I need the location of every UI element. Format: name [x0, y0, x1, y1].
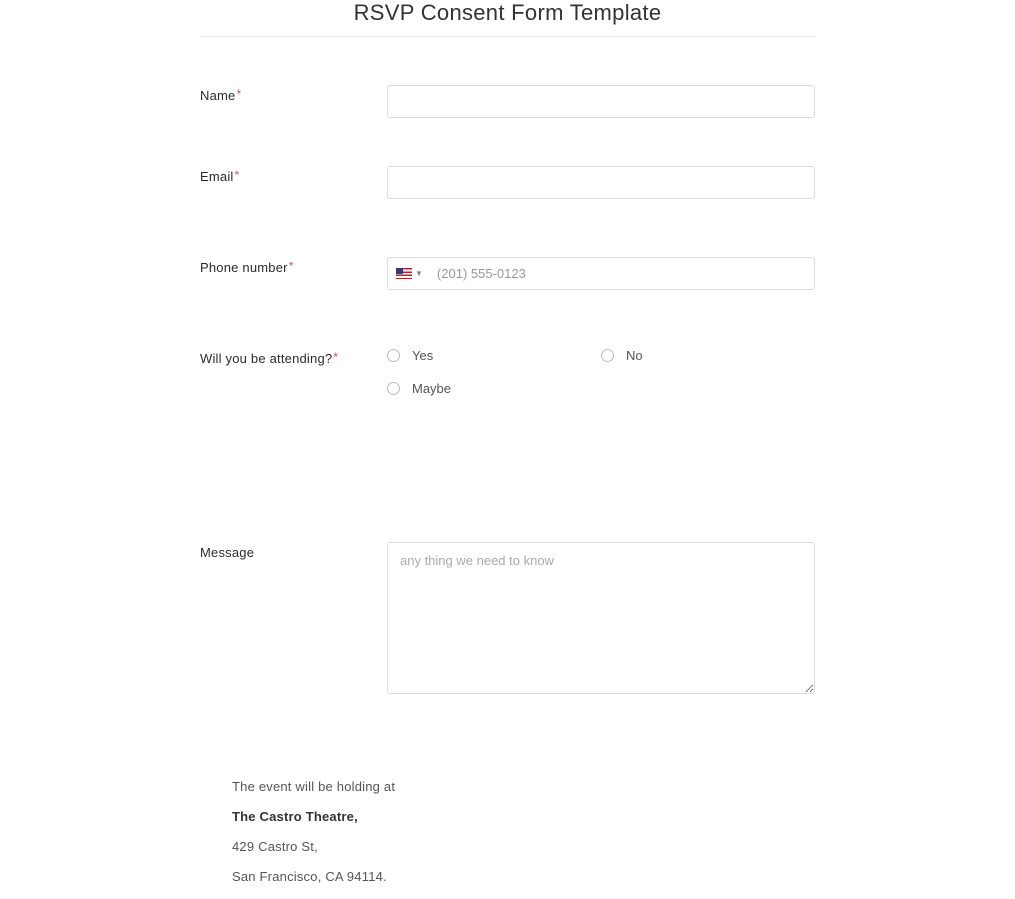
- phone-input[interactable]: ▼ (201) 555-0123: [387, 257, 815, 290]
- label-message: Message: [200, 542, 387, 699]
- rsvp-form: RSVP Consent Form Template Name* Email* …: [200, 0, 815, 884]
- form-title: RSVP Consent Form Template: [200, 0, 815, 37]
- field-name: [387, 85, 815, 118]
- name-input[interactable]: [387, 85, 815, 118]
- row-email: Email*: [200, 166, 815, 199]
- field-email: [387, 166, 815, 199]
- label-message-text: Message: [200, 545, 254, 560]
- radio-label-no: No: [626, 348, 643, 363]
- label-phone: Phone number*: [200, 257, 387, 290]
- label-email-text: Email: [200, 169, 234, 184]
- radio-group-attending: Yes No Maybe: [387, 348, 815, 414]
- field-attending: Yes No Maybe: [387, 348, 815, 414]
- label-attending-text: Will you be attending?: [200, 351, 332, 366]
- radio-item-yes[interactable]: Yes: [387, 348, 601, 363]
- chevron-down-icon: ▼: [415, 269, 423, 278]
- required-star-icon: *: [235, 168, 240, 182]
- label-name: Name*: [200, 85, 387, 118]
- message-textarea[interactable]: [387, 542, 815, 694]
- row-name: Name*: [200, 85, 815, 118]
- event-info: The event will be holding at The Castro …: [200, 779, 815, 884]
- row-message: Message: [200, 542, 815, 699]
- radio-item-no[interactable]: No: [601, 348, 815, 363]
- radio-circle-icon: [387, 349, 400, 362]
- label-email: Email*: [200, 166, 387, 199]
- radio-item-maybe[interactable]: Maybe: [387, 381, 601, 396]
- event-intro: The event will be holding at: [232, 779, 815, 794]
- label-attending: Will you be attending?*: [200, 348, 387, 414]
- event-city: San Francisco, CA 94114.: [232, 869, 815, 884]
- label-phone-text: Phone number: [200, 260, 288, 275]
- label-name-text: Name: [200, 88, 235, 103]
- event-venue: The Castro Theatre,: [232, 809, 815, 824]
- field-phone: ▼ (201) 555-0123: [387, 257, 815, 290]
- radio-circle-icon: [601, 349, 614, 362]
- email-input[interactable]: [387, 166, 815, 199]
- row-phone: Phone number* ▼ (201) 555-0123: [200, 257, 815, 290]
- required-star-icon: *: [333, 350, 338, 364]
- radio-circle-icon: [387, 382, 400, 395]
- required-star-icon: *: [236, 87, 241, 101]
- field-message: [387, 542, 815, 699]
- country-flag-select[interactable]: ▼: [396, 268, 427, 279]
- event-street: 429 Castro St,: [232, 839, 815, 854]
- required-star-icon: *: [289, 259, 294, 273]
- radio-label-yes: Yes: [412, 348, 433, 363]
- row-attending: Will you be attending?* Yes No Maybe: [200, 348, 815, 414]
- phone-placeholder: (201) 555-0123: [437, 266, 526, 281]
- radio-label-maybe: Maybe: [412, 381, 451, 396]
- us-flag-icon: [396, 268, 412, 279]
